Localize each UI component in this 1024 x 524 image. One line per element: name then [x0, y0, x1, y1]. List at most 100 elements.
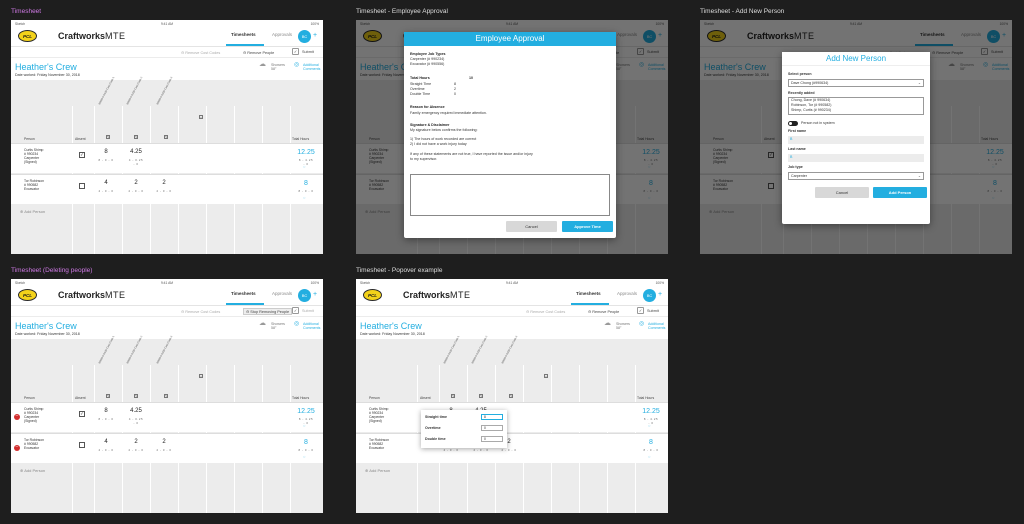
- straight-time-input[interactable]: 8: [481, 414, 503, 420]
- edit-icon[interactable]: ✎: [509, 394, 513, 398]
- hours-cell[interactable]: 4.25: [128, 408, 144, 414]
- add-icon[interactable]: +: [313, 32, 317, 39]
- comments-icon[interactable]: ◎: [639, 321, 644, 327]
- double-time-input[interactable]: 0: [481, 436, 503, 442]
- absent-checkbox[interactable]: [79, 183, 85, 189]
- absent-checkbox[interactable]: ✓: [79, 152, 85, 158]
- absent-checkbox[interactable]: [79, 442, 85, 448]
- cost-code-2-header[interactable]: 30MM-0-0200 Cost Code 2: [126, 335, 143, 364]
- comments-icon[interactable]: ◎: [294, 321, 299, 327]
- additional-comments-link[interactable]: AdditionalComments: [648, 322, 665, 330]
- cost-code-1-header[interactable]: 30MM-0-0100 Cost Code 1: [443, 335, 460, 364]
- person-info[interactable]: Tor Robinson# 990582Excavator: [369, 438, 389, 450]
- hours-cell[interactable]: 2: [128, 439, 144, 445]
- approve-time-button[interactable]: Approve Time: [562, 221, 613, 232]
- submit-icon[interactable]: ✓: [292, 48, 299, 55]
- cost-code-1-header[interactable]: 30MM-0-0100 Cost Code 1: [98, 335, 115, 364]
- hours-cell[interactable]: 4: [98, 439, 114, 445]
- select-person-dropdown[interactable]: Dave Chong (#990634) ⌄: [788, 79, 924, 87]
- person-info[interactable]: Tor Robinson# 990582Excavator: [24, 179, 44, 191]
- add-cost-code-icon[interactable]: +: [544, 374, 548, 378]
- remove-people-button[interactable]: ⊖ Remove People: [588, 309, 619, 314]
- user-avatar[interactable]: BC: [643, 289, 656, 302]
- tab-timesheets[interactable]: Timesheets: [231, 32, 256, 37]
- submit-button[interactable]: Submit: [302, 309, 314, 313]
- person-info[interactable]: Tor Robinson# 990582Excavator: [24, 438, 44, 450]
- absent-checkbox[interactable]: ✓: [79, 411, 85, 417]
- first-name-field[interactable]: B: [788, 136, 924, 144]
- cost-code-3-header[interactable]: 30MM-0-0300 Cost Code 3: [156, 335, 173, 364]
- tab-approvals[interactable]: Approvals: [272, 32, 292, 37]
- comment-icon[interactable]: ◌: [648, 423, 650, 428]
- list-item[interactable]: Chong, Dave (# 990634): [791, 98, 830, 103]
- cancel-button[interactable]: Cancel: [506, 221, 557, 232]
- cost-code-2-header[interactable]: 30MM-0-0200 Cost Code 2: [471, 335, 488, 364]
- signature-pad[interactable]: [410, 174, 610, 216]
- cancel-button[interactable]: Cancel: [815, 187, 869, 198]
- tab-timesheets[interactable]: Timesheets: [576, 291, 601, 296]
- add-person-button[interactable]: ⊕ Add Person: [365, 468, 390, 473]
- person-info[interactable]: Curtis Shimp# 990234Carpenter(Signed): [369, 407, 388, 423]
- edit-icon[interactable]: ✎: [164, 135, 168, 139]
- edit-icon[interactable]: ✎: [106, 135, 110, 139]
- user-avatar[interactable]: BC: [298, 30, 311, 43]
- additional-comments-link[interactable]: AdditionalComments: [303, 63, 320, 71]
- add-person-submit-button[interactable]: Add Person: [873, 187, 927, 198]
- person-info[interactable]: Curtis Shimp# 990234Carpenter(Signed): [24, 407, 43, 423]
- remove-cost-codes-button[interactable]: ⊖ Remove Cost Codes: [181, 309, 220, 314]
- person-info[interactable]: Curtis Shimp# 990234Carpenter(Signed): [24, 148, 43, 164]
- comment-icon[interactable]: ◌: [303, 195, 305, 200]
- tab-approvals[interactable]: Approvals: [272, 291, 292, 296]
- hours-cell[interactable]: 2: [156, 439, 172, 445]
- edit-icon[interactable]: ✎: [134, 135, 138, 139]
- pcl-logo: PCL: [363, 289, 382, 301]
- last-name-field[interactable]: B: [788, 154, 924, 162]
- remove-person-icon[interactable]: −: [14, 445, 20, 451]
- job-type-dropdown[interactable]: Carpenter ⌄: [788, 172, 924, 180]
- remove-cost-codes-button[interactable]: ⊖ Remove Cost Codes: [181, 50, 220, 55]
- comment-icon[interactable]: ◌: [303, 164, 305, 169]
- list-item[interactable]: Shimp, Curtis (# 990234): [791, 108, 831, 113]
- add-cost-code-icon[interactable]: +: [199, 115, 203, 119]
- add-icon[interactable]: +: [658, 291, 662, 298]
- submit-button[interactable]: Submit: [302, 50, 314, 54]
- edit-icon[interactable]: ✎: [134, 394, 138, 398]
- submit-icon[interactable]: ✓: [292, 307, 299, 314]
- add-icon[interactable]: +: [313, 291, 317, 298]
- add-person-button[interactable]: ⊕ Add Person: [20, 209, 45, 214]
- remove-person-icon[interactable]: −: [14, 414, 20, 420]
- submit-icon[interactable]: ✓: [637, 307, 644, 314]
- additional-comments-link[interactable]: AdditionalComments: [303, 322, 320, 330]
- tab-approvals[interactable]: Approvals: [617, 291, 637, 296]
- cost-code-3-header[interactable]: 30MM-0-0300 Cost Code 3: [156, 76, 173, 105]
- hours-cell[interactable]: 4: [98, 180, 114, 186]
- comment-icon[interactable]: ◌: [303, 454, 305, 459]
- add-person-button[interactable]: ⊕ Add Person: [20, 468, 45, 473]
- remove-cost-codes-button[interactable]: ⊖ Remove Cost Codes: [526, 309, 565, 314]
- stop-removing-people-button[interactable]: ⊖ Stop Removing People: [243, 308, 293, 315]
- edit-icon[interactable]: ✎: [479, 394, 483, 398]
- user-avatar[interactable]: BC: [298, 289, 311, 302]
- tab-timesheets[interactable]: Timesheets: [231, 291, 256, 296]
- hours-cell[interactable]: 8: [98, 408, 114, 414]
- cost-code-3-header[interactable]: 30MM-0-0300 Cost Code 3: [501, 335, 518, 364]
- add-cost-code-icon[interactable]: +: [199, 374, 203, 378]
- hours-cell[interactable]: 8: [98, 149, 114, 155]
- hours-cell[interactable]: 2: [128, 180, 144, 186]
- cost-code-1-header[interactable]: 30MM-0-0100 Cost Code 1: [98, 76, 115, 105]
- edit-icon[interactable]: ✎: [106, 394, 110, 398]
- submit-button[interactable]: Submit: [647, 309, 659, 313]
- overtime-label: Overtime: [410, 87, 425, 91]
- comment-icon[interactable]: ◌: [648, 454, 650, 459]
- comment-icon[interactable]: ◌: [303, 423, 305, 428]
- overtime-input[interactable]: 0: [481, 425, 503, 431]
- remove-people-button[interactable]: ⊖ Remove People: [243, 50, 274, 55]
- cost-code-2-header[interactable]: 30MM-0-0200 Cost Code 2: [126, 76, 143, 105]
- hours-cell[interactable]: 4.25: [128, 149, 144, 155]
- edit-icon[interactable]: ✎: [451, 394, 455, 398]
- edit-icon[interactable]: ✎: [164, 394, 168, 398]
- comments-icon[interactable]: ◎: [294, 62, 299, 68]
- hours-cell[interactable]: 2: [156, 180, 172, 186]
- not-in-system-toggle[interactable]: [788, 121, 798, 126]
- list-item[interactable]: Robinson, Tor (# 990582): [791, 103, 832, 108]
